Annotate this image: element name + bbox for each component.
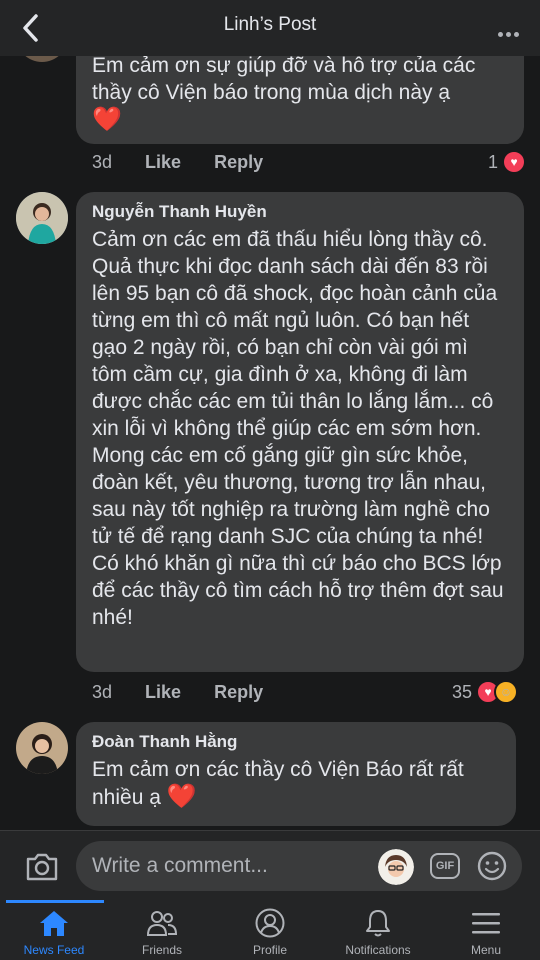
- care-reaction-icon: ☺: [494, 680, 519, 704]
- comment-time: 3d: [92, 152, 113, 172]
- comment-text: Em cảm ơn các thầy cô Viện Báo rất rất n…: [92, 758, 464, 810]
- comment-bubble[interactable]: Đoàn Thanh Hằng Em cảm ơn các thầy cô Vi…: [76, 722, 516, 826]
- avatar[interactable]: [16, 722, 68, 774]
- top-bar: Linh’s Post: [0, 0, 540, 56]
- bottom-tab-bar: News Feed Friends Profile Notifications: [0, 900, 540, 960]
- avatar[interactable]: [16, 192, 68, 244]
- tab-notifications[interactable]: Notifications: [324, 900, 432, 960]
- like-button[interactable]: Like: [145, 682, 181, 702]
- comment-placeholder: Write a comment...: [92, 854, 268, 877]
- like-button[interactable]: Like: [145, 152, 181, 172]
- tab-label: Notifications: [345, 943, 411, 957]
- tab-profile[interactable]: Profile: [216, 900, 324, 960]
- comment-author[interactable]: Nguyễn Thanh Huyền: [92, 202, 508, 222]
- profile-icon: [255, 908, 285, 938]
- comment-bubble[interactable]: Nguyễn Thanh Huyền Cảm ơn các em đã thấu…: [76, 192, 524, 672]
- heart-emoji: ❤️: [166, 783, 197, 810]
- avatar-sticker-icon[interactable]: [378, 849, 414, 885]
- tab-label: News Feed: [23, 943, 85, 957]
- comment-actions: 3d Like Reply: [92, 682, 291, 703]
- tab-menu[interactable]: Menu: [432, 900, 540, 960]
- tab-label: Friends: [141, 943, 182, 957]
- tab-friends[interactable]: Friends: [108, 900, 216, 960]
- emoji-icon[interactable]: [476, 850, 508, 882]
- tab-label: Menu: [470, 943, 502, 957]
- more-options-icon[interactable]: [498, 24, 522, 37]
- comment-text: Em cảm ơn sự giúp đỡ và hỗ trợ của các t…: [92, 54, 476, 133]
- gif-icon[interactable]: GIF: [430, 853, 460, 879]
- camera-icon[interactable]: [24, 851, 60, 883]
- reply-button[interactable]: Reply: [214, 152, 263, 172]
- heart-emoji: ❤️: [92, 106, 122, 133]
- comment-composer: Write a comment... GIF: [0, 830, 540, 901]
- reaction-summary[interactable]: 1 ♥: [488, 150, 527, 174]
- page-title: Linh’s Post: [223, 14, 317, 35]
- reaction-count: 1: [488, 151, 499, 172]
- bell-icon: [366, 910, 390, 937]
- menu-icon: [472, 913, 500, 934]
- comments-feed[interactable]: Em cảm ơn sự giúp đỡ và hỗ trợ của các t…: [0, 0, 540, 830]
- home-icon: [40, 911, 68, 936]
- reply-button[interactable]: Reply: [214, 682, 263, 702]
- reaction-summary[interactable]: 35 ♥ ☺: [452, 680, 519, 704]
- comment-text: Cảm ơn các em đã thấu hiểu lòng thầy cô.…: [92, 228, 504, 629]
- comment-author[interactable]: Đoàn Thanh Hằng: [92, 732, 500, 752]
- reaction-count: 35: [452, 681, 473, 702]
- tab-news-feed[interactable]: News Feed: [0, 900, 108, 960]
- tab-label: Profile: [252, 943, 287, 957]
- friends-icon: [146, 911, 178, 936]
- comment-time: 3d: [92, 682, 113, 702]
- comment-actions: 3d Like Reply: [92, 152, 291, 173]
- heart-reaction-icon: ♥: [502, 150, 527, 174]
